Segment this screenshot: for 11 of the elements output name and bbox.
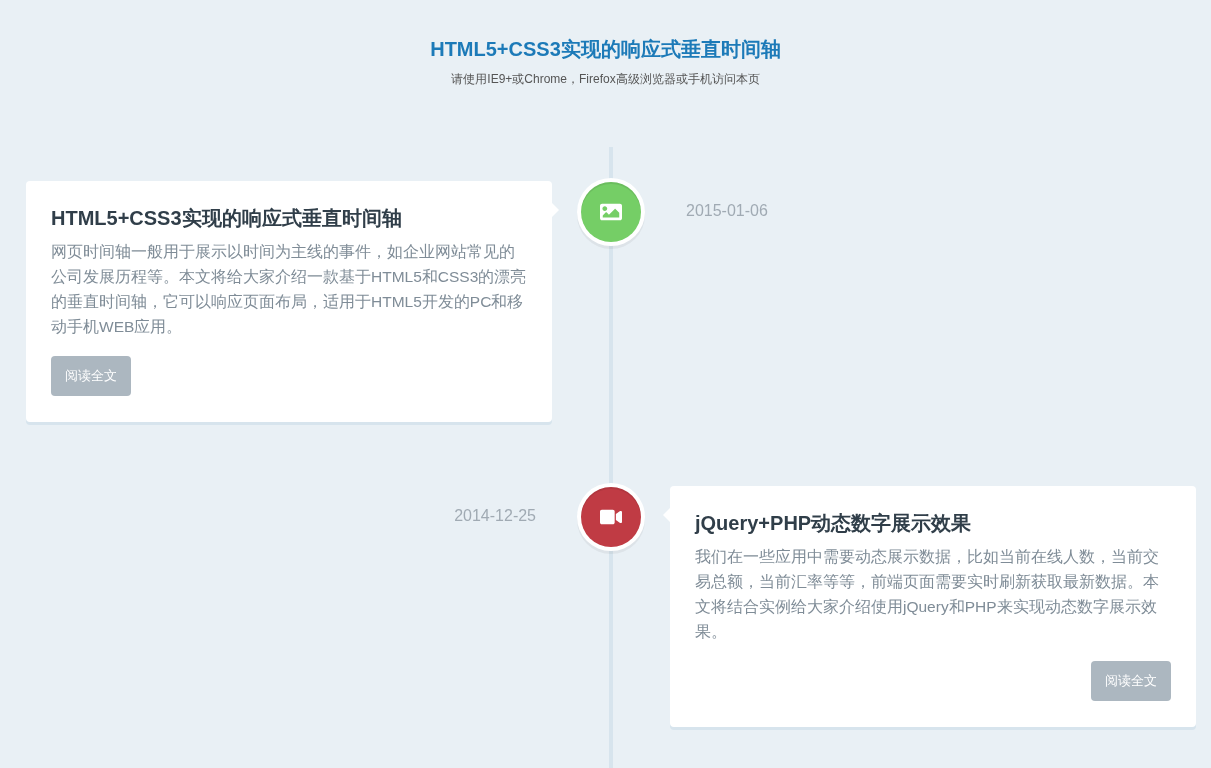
card-text: 我们在一些应用中需要动态展示数据，比如当前在线人数，当前交易总额，当前汇率等等，前端页面需要实时刷新获取最新数据。本文将结合实例给大家介绍使用jQuery和PHP来实现动态数字展示效果。 — [695, 547, 1160, 642]
page-title: HTML5+CSS3实现的响应式垂直时间轴 — [430, 37, 781, 62]
date-label: 2014-12-25 — [454, 506, 536, 526]
read-more-button[interactable]: 阅读全文 — [51, 356, 131, 396]
picture-icon — [600, 201, 622, 223]
read-more-button[interactable]: 阅读全文 — [1091, 661, 1171, 701]
card-title: jQuery+PHP动态数字展示效果 — [695, 511, 973, 536]
date-label: 2015-01-06 — [686, 202, 768, 219]
card-title: HTML5+CSS3实现的响应式垂直时间轴 — [51, 206, 403, 231]
card-text: 网页时间轴一般用于展示以时间为主线的事件，如企业网站常见的公司发展历程等。本文将给大家介绍一款基于HTML5和CSS3的漂亮的垂直时间轴，它可以响应页面布局，适用于HTML5开发的PC和移动手机WEB应用。 — [51, 242, 527, 337]
page-subtitle: 请使用IE9+或Chrome，Firefox高级浏览器或手机访问本页 — [451, 71, 760, 87]
